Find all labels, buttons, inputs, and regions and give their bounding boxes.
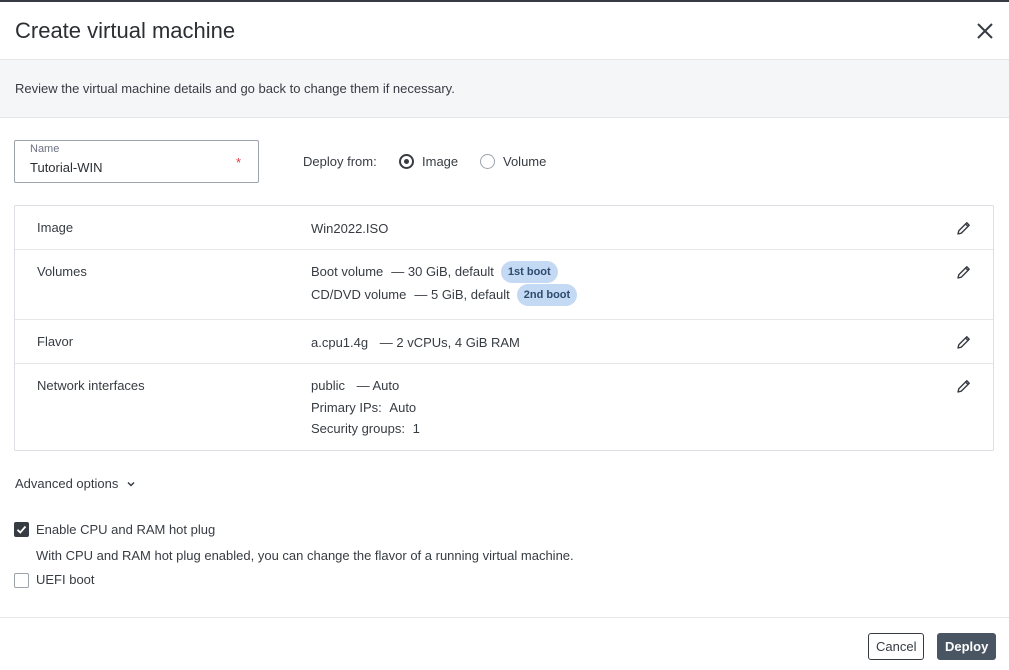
summary-table: Image Win2022.ISO Volumes Boot volume — … <box>14 205 994 451</box>
network-detail: — Auto <box>356 378 400 393</box>
summary-value-network: public — Auto Primary IPs: Auto Security… <box>311 375 420 440</box>
network-name: public <box>311 378 345 393</box>
hotplug-hint: With CPU and RAM hot plug enabled, you c… <box>36 548 574 563</box>
deploy-from-label: Deploy from: <box>303 154 377 169</box>
volume-item: Boot volume — 30 GiB, default 1st boot <box>311 260 577 283</box>
volume-name: Boot volume <box>311 263 384 279</box>
summary-row-network: Network interfaces public — Auto Primary… <box>15 364 993 450</box>
summary-row-flavor: Flavor a.cpu1.4g — 2 vCPUs, 4 GiB RAM <box>15 320 993 364</box>
advanced-options-toggle[interactable]: Advanced options <box>15 476 136 491</box>
uefi-label: UEFI boot <box>36 572 95 587</box>
boot-order-badge: 1st boot <box>500 260 558 283</box>
boot-order-badge: 2nd boot <box>516 283 578 306</box>
radio-image[interactable]: Image <box>399 154 458 169</box>
summary-key-volumes: Volumes <box>37 264 87 279</box>
intro-text: Review the virtual machine details and g… <box>15 81 455 96</box>
flavor-detail: — 2 vCPUs, 4 GiB RAM <box>379 335 520 350</box>
required-mark: * <box>235 155 241 170</box>
image-name: Win2022.ISO <box>311 221 389 236</box>
summary-key-network: Network interfaces <box>37 378 145 393</box>
volume-detail: — 30 GiB, default <box>391 263 494 279</box>
volume-item: CD/DVD volume — 5 GiB, default 2nd boot <box>311 283 578 306</box>
primary-ips-label: Primary IPs: <box>311 399 382 415</box>
radio-image-label: Image <box>422 154 459 169</box>
chevron-down-icon <box>127 481 135 487</box>
checkmark-icon <box>16 525 27 534</box>
volume-name: CD/DVD volume <box>311 286 407 302</box>
summary-key-image: Image <box>37 220 74 235</box>
radio-selected-icon <box>399 154 414 169</box>
advanced-options-label: Advanced options <box>15 476 119 491</box>
hotplug-checkbox[interactable] <box>14 522 29 537</box>
summary-key-flavor: Flavor <box>37 334 74 349</box>
primary-ips-value: Auto <box>389 399 417 415</box>
deploy-button[interactable]: Deploy <box>937 633 997 660</box>
intro-banner: Review the virtual machine details and g… <box>0 60 1009 118</box>
summary-value-image: Win2022.ISO <box>311 218 388 240</box>
flavor-name: a.cpu1.4g <box>311 335 369 350</box>
network-name-line: public — Auto <box>311 375 420 397</box>
primary-ips-line: Primary IPs: Auto <box>311 397 420 419</box>
radio-volume[interactable]: Volume <box>480 154 546 169</box>
summary-row-image: Image Win2022.ISO <box>15 206 993 250</box>
edit-volumes-pencil-icon[interactable] <box>956 264 972 280</box>
cancel-button[interactable]: Cancel <box>868 633 925 660</box>
radio-unselected-icon <box>480 154 495 169</box>
edit-network-pencil-icon[interactable] <box>956 378 972 394</box>
uefi-checkbox[interactable] <box>14 573 29 588</box>
summary-value-volumes: Boot volume — 30 GiB, default 1st boot C… <box>311 260 578 306</box>
name-field-value[interactable]: Tutorial-WIN <box>30 160 102 175</box>
hotplug-label: Enable CPU and RAM hot plug <box>36 522 216 537</box>
security-groups-label: Security groups: <box>311 421 405 436</box>
name-field[interactable]: Name Tutorial-WIN * <box>14 140 259 183</box>
security-groups-value: 1 <box>412 421 420 436</box>
dialog-title: Create virtual machine <box>15 18 236 43</box>
security-groups-line: Security groups: 1 <box>311 418 420 440</box>
summary-row-volumes: Volumes Boot volume — 30 GiB, default 1s… <box>15 250 993 320</box>
volume-detail: — 5 GiB, default <box>414 286 510 302</box>
radio-volume-label: Volume <box>503 154 547 169</box>
dialog-header: Create virtual machine <box>0 2 1009 60</box>
name-field-label: Name <box>30 143 60 155</box>
edit-flavor-pencil-icon[interactable] <box>956 334 972 350</box>
dialog-footer: Cancel Deploy <box>0 617 1009 670</box>
edit-image-pencil-icon[interactable] <box>956 220 972 236</box>
summary-value-flavor: a.cpu1.4g — 2 vCPUs, 4 GiB RAM <box>311 332 520 354</box>
close-icon[interactable] <box>973 19 997 43</box>
